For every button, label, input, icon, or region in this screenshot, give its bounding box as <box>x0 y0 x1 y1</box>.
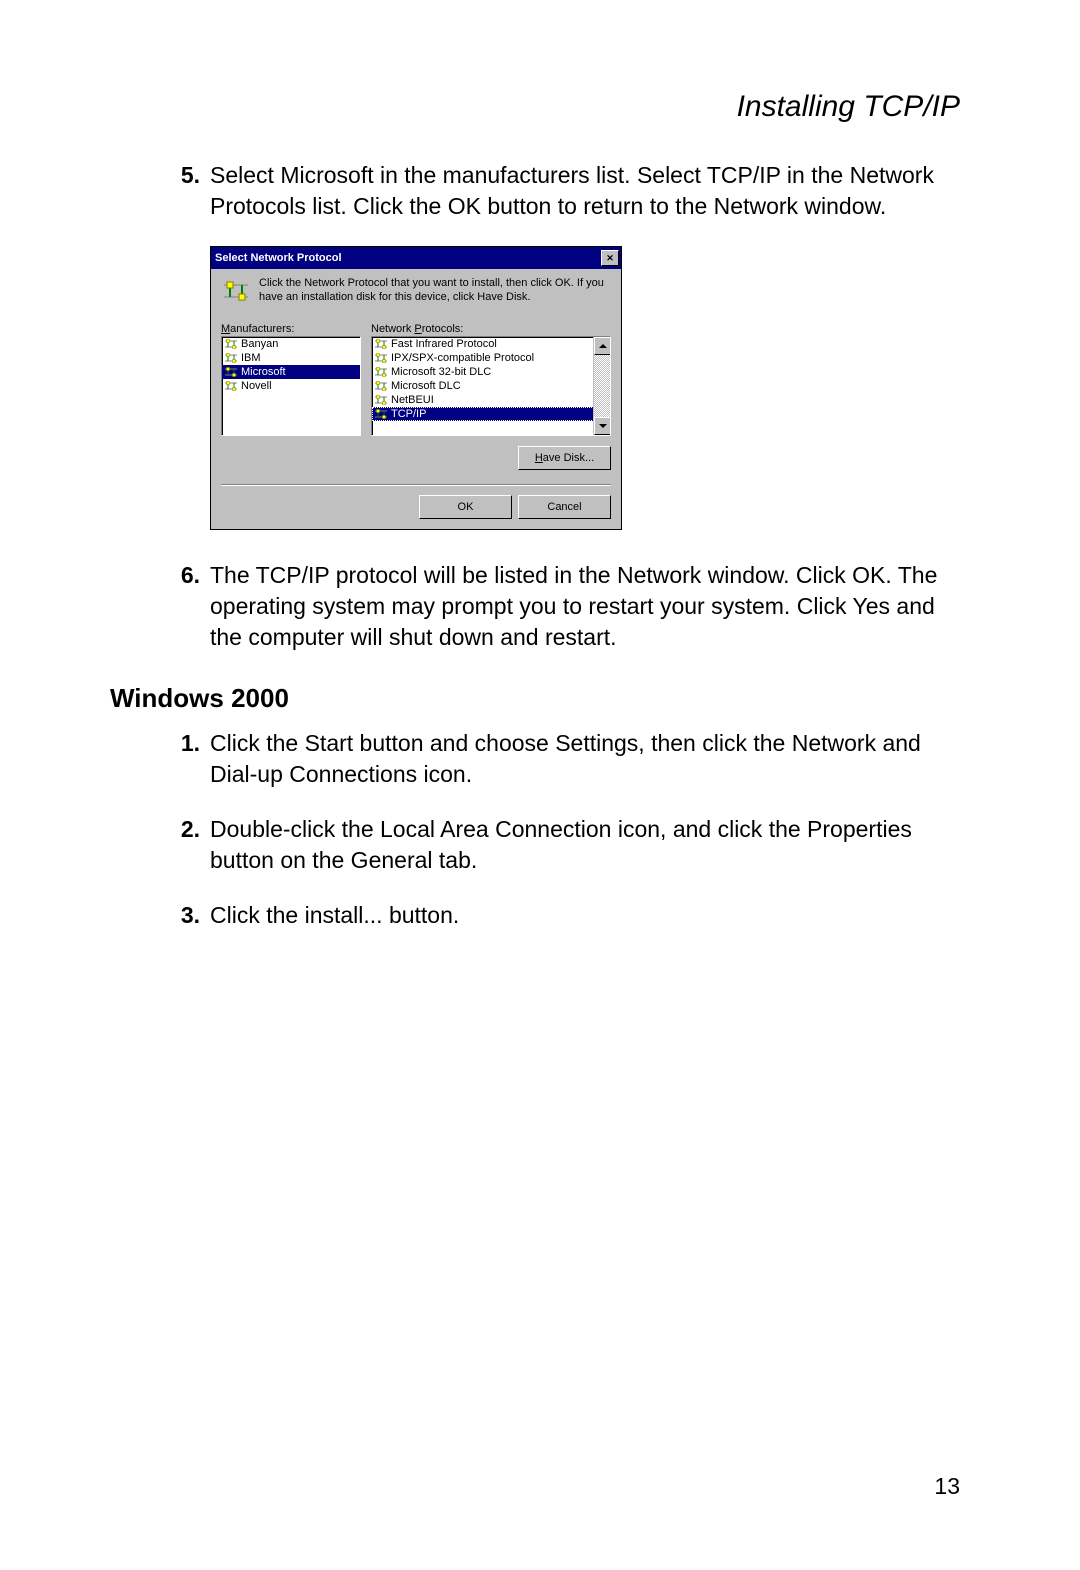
manufacturers-listbox[interactable]: BanyanIBMMicrosoftNovell <box>221 336 361 436</box>
page-number: 13 <box>934 1473 960 1500</box>
scroll-up-button[interactable] <box>594 337 611 355</box>
step-text: The TCP/IP protocol will be listed in th… <box>210 560 970 653</box>
win2000-step-1: 1. Click the Start button and choose Set… <box>110 728 970 790</box>
step-text: Click the Start button and choose Settin… <box>210 728 970 790</box>
list-item[interactable]: NetBEUI <box>372 393 610 407</box>
step-number: 6. <box>110 560 210 653</box>
arrow-up-icon <box>599 344 607 348</box>
have-disk-button[interactable]: Have Disk... <box>518 446 611 470</box>
list-item[interactable]: TCP/IP <box>372 407 610 421</box>
list-item[interactable]: IPX/SPX-compatible Protocol <box>372 351 610 365</box>
list-item[interactable]: IBM <box>222 351 360 365</box>
manufacturers-label: Manufacturers: <box>221 323 361 335</box>
step-number: 2. <box>110 814 210 876</box>
dialog-instruction: Click the Network Protocol that you want… <box>259 277 611 305</box>
list-item[interactable]: Microsoft DLC <box>372 379 610 393</box>
network-protocol-icon <box>221 277 251 305</box>
step-text: Double-click the Local Area Connection i… <box>210 814 970 876</box>
step-number: 5. <box>110 160 210 222</box>
list-item[interactable]: Banyan <box>222 337 360 351</box>
dialog-titlebar: Select Network Protocol ✕ <box>211 247 621 269</box>
protocols-listbox[interactable]: Fast Infrared ProtocolIPX/SPX-compatible… <box>371 336 611 436</box>
win2000-step-2: 2. Double-click the Local Area Connectio… <box>110 814 970 876</box>
scroll-down-button[interactable] <box>594 417 611 435</box>
list-item[interactable]: Microsoft <box>222 365 360 379</box>
step-text: Click the install... button. <box>210 900 970 931</box>
protocols-label: Network Protocols: <box>371 323 611 335</box>
cancel-button[interactable]: Cancel <box>518 495 611 519</box>
close-icon: ✕ <box>606 253 614 264</box>
scrollbar[interactable] <box>593 337 610 435</box>
list-item[interactable]: Fast Infrared Protocol <box>372 337 610 351</box>
step-5: 5. Select Microsoft in the manufacturers… <box>110 160 970 222</box>
step-text: Select Microsoft in the manufacturers li… <box>210 160 970 222</box>
step-number: 1. <box>110 728 210 790</box>
list-item[interactable]: Novell <box>222 379 360 393</box>
arrow-down-icon <box>599 424 607 428</box>
section-heading-win2000: Windows 2000 <box>110 683 970 714</box>
step-number: 3. <box>110 900 210 931</box>
dialog-screenshot: Select Network Protocol ✕ <box>210 246 970 530</box>
ok-button[interactable]: OK <box>419 495 512 519</box>
step-6: 6. The TCP/IP protocol will be listed in… <box>110 560 970 653</box>
dialog-title: Select Network Protocol <box>215 252 342 264</box>
win2000-step-3: 3. Click the install... button. <box>110 900 970 931</box>
list-item[interactable]: Microsoft 32-bit DLC <box>372 365 610 379</box>
close-button[interactable]: ✕ <box>601 250 619 266</box>
page-title: Installing TCP/IP <box>110 90 970 124</box>
select-network-protocol-dialog: Select Network Protocol ✕ <box>210 246 622 530</box>
